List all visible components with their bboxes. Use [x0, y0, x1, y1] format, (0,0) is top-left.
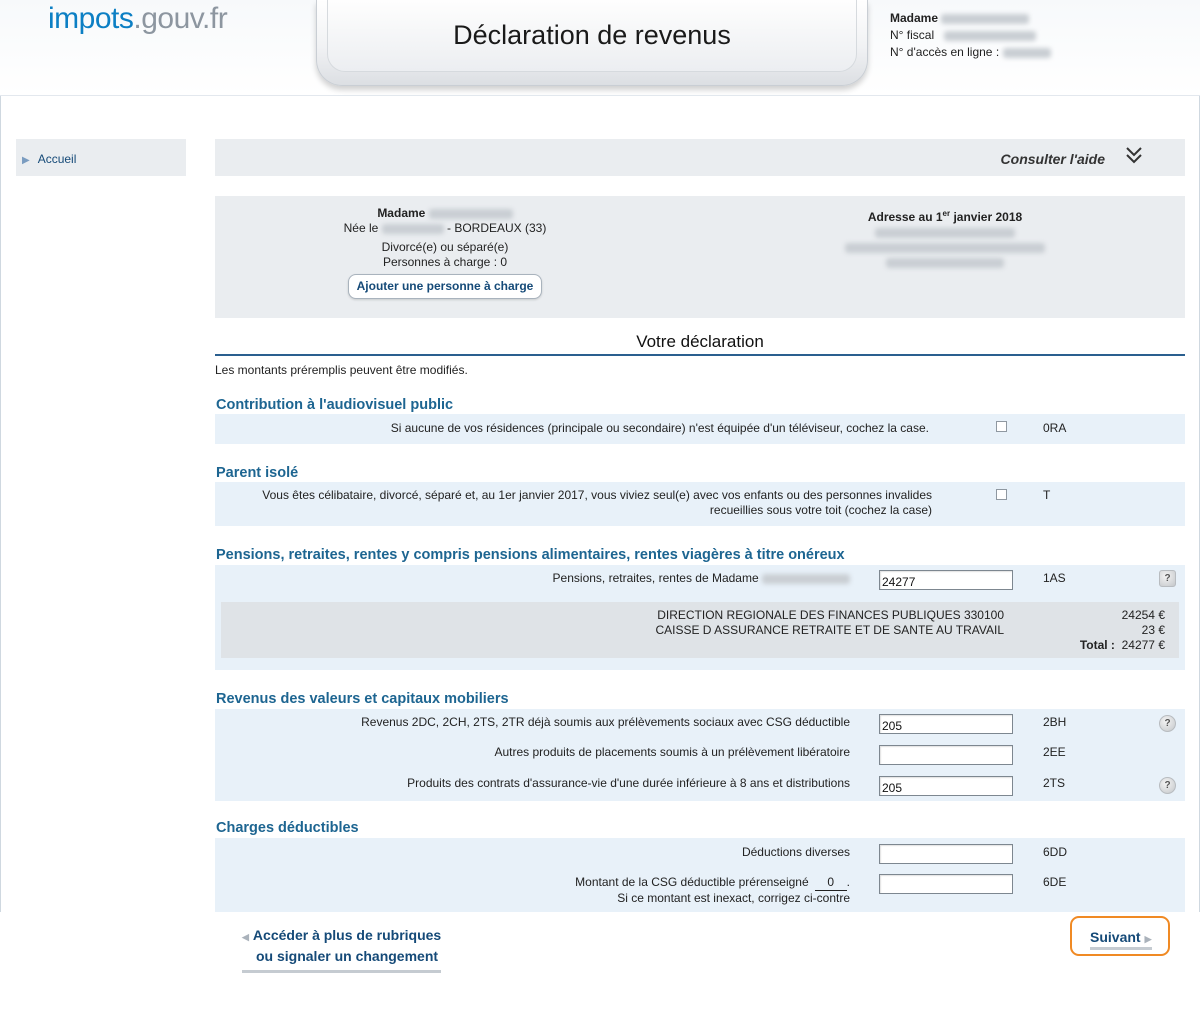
address-title: Adresse au 1er janvier 2018 [867, 209, 1023, 224]
parent-isole-label: Vous êtes célibataire, divorcé, séparé e… [262, 488, 932, 517]
box-code: 2TS [1043, 776, 1066, 790]
next-button[interactable]: Suivant ▶ [1070, 916, 1170, 956]
help-bar: Consulter l'aide [215, 139, 1185, 176]
divider [215, 354, 1185, 356]
box-code: 6DE [1043, 875, 1067, 889]
box-code: 2EE [1043, 745, 1066, 759]
redacted-name [941, 13, 1030, 24]
help-icon[interactable]: ? [1159, 715, 1176, 732]
revenus-2bh-input[interactable] [879, 714, 1013, 734]
section-title-pensions: Pensions, retraites, rentes y compris pe… [216, 547, 845, 563]
redacted-address-line2 [845, 242, 1045, 253]
page-title: Déclaration de revenus [453, 20, 731, 50]
total-value: 24277 € [1121, 638, 1165, 652]
redacted-name [428, 208, 513, 219]
sidebar: ▶ Accueil [16, 139, 186, 176]
revenus-2ts-input[interactable] [879, 776, 1013, 796]
revenus-2ee-input[interactable] [879, 745, 1013, 765]
section-title-parent-isole: Parent isolé [216, 465, 299, 481]
payer-amounts: 24254 € 23 € Total : 24277 € [1079, 608, 1165, 652]
triangle-right-icon: ▶ [1144, 934, 1152, 944]
triangle-left-icon: ◀ [242, 932, 249, 942]
help-icon[interactable]: ? [1159, 777, 1176, 794]
redacted-fiscal-number [944, 30, 1037, 41]
taxpayer-info: Madame Née le - BORDEAUX (33) Divorcé(e)… [315, 206, 575, 299]
section-title-capitaux: Revenus des valeurs et capitaux mobilier… [216, 691, 509, 707]
csg-deductible-input[interactable] [879, 874, 1013, 894]
pensions-detail-panel: DIRECTION REGIONALE DES FINANCES PUBLIQU… [221, 602, 1179, 658]
section-title-audiovisuel: Contribution à l'audiovisuel public [216, 397, 454, 413]
box-code: T [1043, 488, 1051, 502]
redacted-address-line1 [875, 227, 1015, 238]
help-link[interactable]: Consulter l'aide [1001, 151, 1105, 167]
audiovisuel-checkbox[interactable] [996, 421, 1007, 432]
audiovisuel-label: Si aucune de vos résidences (principale … [390, 421, 929, 435]
deductions-diverses-input[interactable] [879, 844, 1013, 864]
user-title: Madame [890, 11, 939, 25]
identity-panel: Madame Née le - BORDEAUX (33) Divorcé(e)… [215, 196, 1185, 318]
marital-status: Divorcé(e) ou séparé(e) [381, 240, 509, 254]
redacted-address-line3 [886, 257, 1004, 268]
box-code: 0RA [1043, 421, 1067, 435]
site-header: impots.gouv.fr Déclaration de revenus Ma… [0, 0, 1200, 96]
total-label: Total : [1079, 638, 1115, 652]
sidebar-item-accueil[interactable]: ▶ Accueil [22, 152, 76, 166]
dependents-count: Personnes à charge : 0 [382, 255, 508, 269]
redacted-birthdate [381, 223, 444, 234]
declaration-title: Votre déclaration [636, 332, 764, 351]
address-info: Adresse au 1er janvier 2018 [825, 206, 1065, 270]
add-dependent-button[interactable]: Ajouter une personne à charge [347, 274, 543, 299]
parent-isole-checkbox[interactable] [996, 489, 1007, 500]
csg-deductible-label: Montant de la CSG déductible prérenseign… [575, 875, 850, 905]
revenus-2ts-label: Produits des contrats d'assurance-vie d'… [407, 776, 850, 790]
revenus-2ee-label: Autres produits de placements soumis à u… [494, 745, 850, 759]
deductions-diverses-label: Déductions diverses [741, 845, 850, 859]
payer-list: DIRECTION REGIONALE DES FINANCES PUBLIQU… [655, 608, 1004, 637]
redacted-name [762, 573, 850, 584]
redacted-access-number [1002, 47, 1051, 58]
more-sections-button[interactable]: ◀ Accéder à plus de rubriques ou signaler… [242, 926, 442, 973]
box-code: 2BH [1043, 715, 1067, 729]
box-code: 1AS [1043, 571, 1066, 585]
help-icon[interactable]: ? [1159, 570, 1176, 587]
access-number-label: N° d'accès en ligne : [890, 45, 1000, 59]
prefill-note: Les montants préremplis peuvent être mod… [215, 363, 468, 377]
title-tab: Déclaration de revenus [316, 0, 868, 86]
double-chevron-down-icon[interactable] [1123, 145, 1145, 167]
section-title-charges: Charges déductibles [216, 820, 359, 836]
revenus-2bh-label: Revenus 2DC, 2CH, 2TS, 2TR déjà soumis a… [361, 715, 850, 729]
fiscal-number-label: N° fiscal [890, 28, 935, 42]
triangle-right-icon: ▶ [22, 155, 30, 166]
pensions-input[interactable] [879, 570, 1013, 590]
csg-prefilled-value: 0 [814, 875, 847, 891]
box-code: 6DD [1043, 845, 1068, 859]
pensions-label: Pensions, retraites, rentes de Madame [350, 571, 850, 586]
impots-logo[interactable]: impots.gouv.fr [48, 2, 228, 36]
user-info: Madame N° fiscal N° d'accès en ligne : [890, 10, 1051, 61]
